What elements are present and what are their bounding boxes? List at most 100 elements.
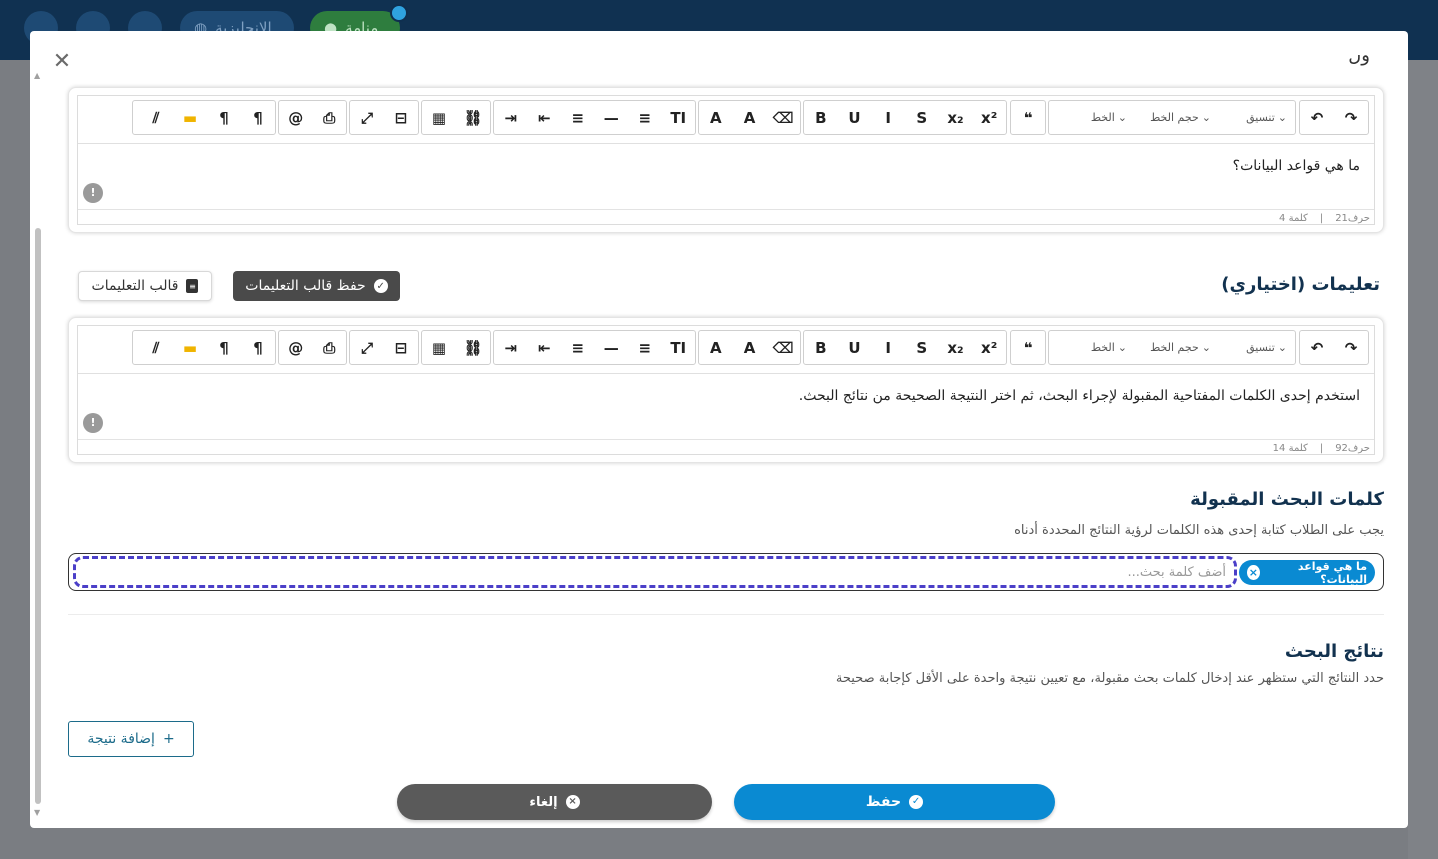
editor-content[interactable]: ما هي قواعد البيانات؟ ! <box>78 144 1374 209</box>
section-divider <box>68 614 1384 615</box>
highlight-color-icon[interactable]: A <box>733 331 767 364</box>
clear-format-icon[interactable]: ⫽ <box>139 101 173 134</box>
align-icon[interactable]: ≡ <box>561 331 595 364</box>
link-icon[interactable]: ⛓ <box>456 101 490 134</box>
save-label: حفظ <box>865 794 902 810</box>
cancel-icon: × <box>565 795 580 809</box>
strikethrough-icon[interactable]: S <box>905 101 939 134</box>
instructions-text: استخدم إحدى الكلمات المفتاحية المقبولة ل… <box>798 388 1360 404</box>
editor-toolbar: ↷ ↶ تنسيق ⌄ حجم الخط ⌄ الخط ⌄ ❝ x² x₂ S I U <box>78 326 1374 374</box>
format-selects-group: تنسيق ⌄ حجم الخط ⌄ الخط ⌄ <box>1048 330 1296 365</box>
close-icon[interactable]: ✕ <box>52 51 72 73</box>
redo-icon[interactable]: ↷ <box>1334 331 1368 364</box>
template-label: قالب التعليمات <box>91 278 179 294</box>
keyword-chip: ما هي قواعد البيانات؟ × <box>1239 560 1375 586</box>
subscript-icon[interactable]: x₂ <box>939 101 973 134</box>
table-icon[interactable]: ▦ <box>422 331 456 364</box>
special-char-icon[interactable]: @ <box>279 331 313 364</box>
text-color-icon[interactable]: A <box>699 101 733 134</box>
direction-group: ¶ ¶ ▬ ⫽ <box>132 330 276 365</box>
instructions-editor-card: ↷ ↶ تنسيق ⌄ حجم الخط ⌄ الخط ⌄ ❝ x² x₂ S I U <box>68 317 1384 463</box>
format-select[interactable]: تنسيق ⌄ <box>1219 101 1295 134</box>
redo-icon[interactable]: ↷ <box>1334 101 1368 134</box>
print-icon[interactable]: ⎙ <box>313 331 347 364</box>
warning-icon[interactable]: ! <box>83 183 103 203</box>
undo-icon[interactable]: ↶ <box>1300 331 1334 364</box>
insert-group: ⛓ ▦ <box>421 330 491 365</box>
line-height-icon[interactable]: TI <box>662 101 696 134</box>
misc-group: ⎙ @ <box>278 330 347 365</box>
warning-icon[interactable]: ! <box>83 413 103 433</box>
show-blocks-icon[interactable]: ⊟ <box>384 101 418 134</box>
font-select[interactable]: الخط ⌄ <box>1049 331 1135 364</box>
add-result-label: إضافة نتيجة <box>87 731 155 747</box>
italic-icon[interactable]: I <box>871 331 905 364</box>
outdent-icon[interactable]: ⇤ <box>528 101 562 134</box>
fullscreen-icon[interactable]: ⤢ <box>350 101 384 134</box>
modal-dialog: ✕ ول ▲ ▼ ↷ ↶ تنسيق ⌄ حجم الخط ⌄ الخط ⌄ ❝ x <box>30 31 1408 828</box>
scroll-up-icon[interactable]: ▲ <box>34 71 40 80</box>
word-count: كلمة 14 <box>1272 443 1308 454</box>
superscript-icon[interactable]: x² <box>972 101 1006 134</box>
text-color-icon[interactable]: A <box>699 331 733 364</box>
results-subtitle: حدد النتائج التي ستظهر عند إدخال كلمات ب… <box>835 671 1384 686</box>
keyword-input[interactable]: أضف كلمة بحث... <box>1127 565 1226 580</box>
outdent-icon[interactable]: ⇤ <box>528 331 562 364</box>
keyword-input-focus[interactable]: أضف كلمة بحث... <box>73 556 1237 588</box>
char-count: حرف21 <box>1335 213 1370 224</box>
add-result-button[interactable]: + إضافة نتيجة <box>68 721 194 757</box>
line-height-icon[interactable]: TI <box>662 331 696 364</box>
ltr-icon[interactable]: ¶ <box>207 101 241 134</box>
remove-keyword-icon[interactable]: × <box>1247 565 1260 580</box>
ltr-icon[interactable]: ¶ <box>207 331 241 364</box>
bold-icon[interactable]: B <box>804 101 838 134</box>
font-select[interactable]: الخط ⌄ <box>1049 101 1135 134</box>
superscript-icon[interactable]: x² <box>972 331 1006 364</box>
cancel-button[interactable]: × إلغاء <box>397 784 712 820</box>
indent-icon[interactable]: ⇥ <box>494 331 528 364</box>
special-char-icon[interactable]: @ <box>279 101 313 134</box>
scroll-down-icon[interactable]: ▼ <box>34 808 40 817</box>
scrollbar-thumb[interactable] <box>35 228 41 804</box>
print-icon[interactable]: ⎙ <box>313 101 347 134</box>
ordered-list-icon[interactable]: ≡ <box>628 331 662 364</box>
align-icon[interactable]: ≡ <box>561 101 595 134</box>
clear-format-icon[interactable]: ⫽ <box>139 331 173 364</box>
font-size-select[interactable]: حجم الخط ⌄ <box>1135 331 1219 364</box>
highlight-color-icon[interactable]: A <box>733 101 767 134</box>
keywords-subtitle: يجب على الطلاب كتابة إحدى هذه الكلمات لر… <box>1014 523 1384 538</box>
blockquote-icon[interactable]: ❝ <box>1011 331 1045 364</box>
horizontal-rule-icon[interactable]: — <box>595 101 629 134</box>
rtl-icon[interactable]: ¶ <box>241 101 275 134</box>
underline-icon[interactable]: U <box>838 331 872 364</box>
show-blocks-icon[interactable]: ⊟ <box>384 331 418 364</box>
save-button[interactable]: ✓ حفظ <box>734 784 1055 820</box>
undo-icon[interactable]: ↶ <box>1300 101 1334 134</box>
check-circle-icon: ✓ <box>909 795 924 809</box>
rtl-icon[interactable]: ¶ <box>241 331 275 364</box>
link-icon[interactable]: ⛓ <box>456 331 490 364</box>
horizontal-rule-icon[interactable]: — <box>595 331 629 364</box>
template-button[interactable]: ≡ قالب التعليمات <box>78 271 212 301</box>
table-icon[interactable]: ▦ <box>422 101 456 134</box>
blockquote-icon[interactable]: ❝ <box>1011 101 1045 134</box>
folder-icon[interactable]: ▬ <box>173 331 207 364</box>
eraser-icon[interactable]: ⌫ <box>766 331 800 364</box>
folder-icon[interactable]: ▬ <box>173 101 207 134</box>
underline-icon[interactable]: U <box>838 101 872 134</box>
italic-icon[interactable]: I <box>871 101 905 134</box>
save-template-button[interactable]: ✓ حفظ قالب التعليمات <box>233 271 400 301</box>
fullscreen-icon[interactable]: ⤢ <box>350 331 384 364</box>
subscript-icon[interactable]: x₂ <box>939 331 973 364</box>
editor-content[interactable]: استخدم إحدى الكلمات المفتاحية المقبولة ل… <box>78 374 1374 439</box>
char-count: حرف92 <box>1335 443 1370 454</box>
text-style-group: x² x₂ S I U B <box>803 100 1007 135</box>
eraser-icon[interactable]: ⌫ <box>766 101 800 134</box>
font-size-select[interactable]: حجم الخط ⌄ <box>1135 101 1219 134</box>
format-select[interactable]: تنسيق ⌄ <box>1219 331 1295 364</box>
bold-icon[interactable]: B <box>804 331 838 364</box>
strikethrough-icon[interactable]: S <box>905 331 939 364</box>
ordered-list-icon[interactable]: ≡ <box>628 101 662 134</box>
undo-redo-group: ↷ ↶ <box>1299 330 1369 365</box>
indent-icon[interactable]: ⇥ <box>494 101 528 134</box>
